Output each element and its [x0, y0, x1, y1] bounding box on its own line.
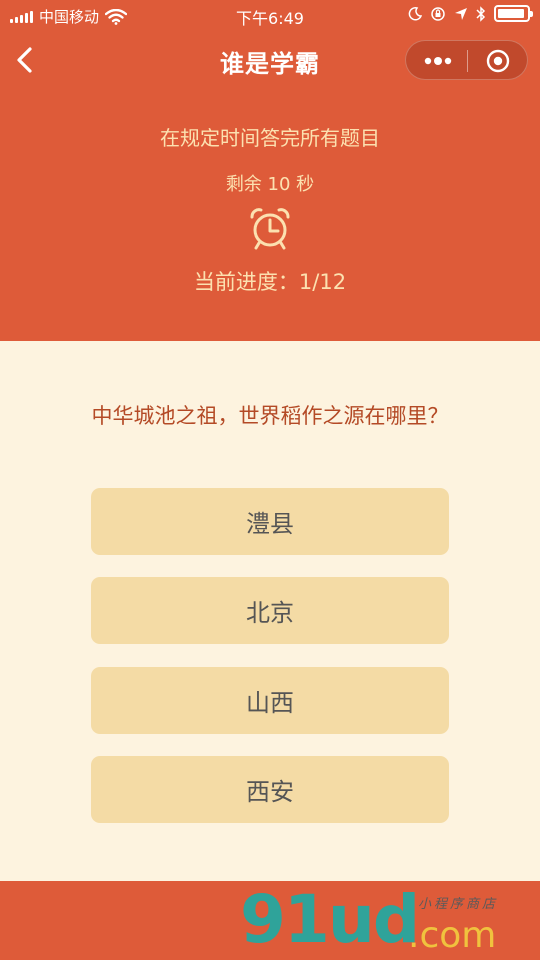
more-dots-icon[interactable] [424, 56, 452, 66]
status-bar: 中国移动 下午6:49 [0, 0, 540, 30]
instruction-text: 在规定时间答完所有题目 [160, 126, 380, 150]
progress-text: 当前进度：1/12 [193, 270, 347, 294]
moon-icon [408, 6, 422, 20]
watermark-tagline: 小程序商店 [418, 897, 499, 912]
target-icon[interactable] [486, 49, 510, 73]
alarm-clock-icon [250, 208, 290, 250]
nav-bar: 谁是学霸 [0, 30, 540, 90]
capsule-menu [405, 40, 528, 80]
question-text: 中华城池之祖，世界稻作之源在哪里？ [91, 404, 449, 428]
bluetooth-icon [476, 5, 486, 22]
capsule-divider [467, 50, 468, 72]
location-icon [455, 7, 467, 20]
option-button-4[interactable]: 西安 [91, 756, 449, 823]
option-button-2[interactable]: 北京 [91, 577, 449, 644]
timer-text: 剩余 10 秒 [225, 174, 315, 195]
option-button-3[interactable]: 山西 [91, 667, 449, 734]
watermark-main: 91ud [240, 881, 420, 958]
battery-icon [494, 5, 533, 22]
site-watermark: 91ud 小程序商店 .com [240, 881, 540, 960]
rotation-lock-icon [431, 6, 445, 21]
option-button-1[interactable]: 澧县 [91, 488, 449, 555]
watermark-suffix: .com [408, 915, 497, 956]
